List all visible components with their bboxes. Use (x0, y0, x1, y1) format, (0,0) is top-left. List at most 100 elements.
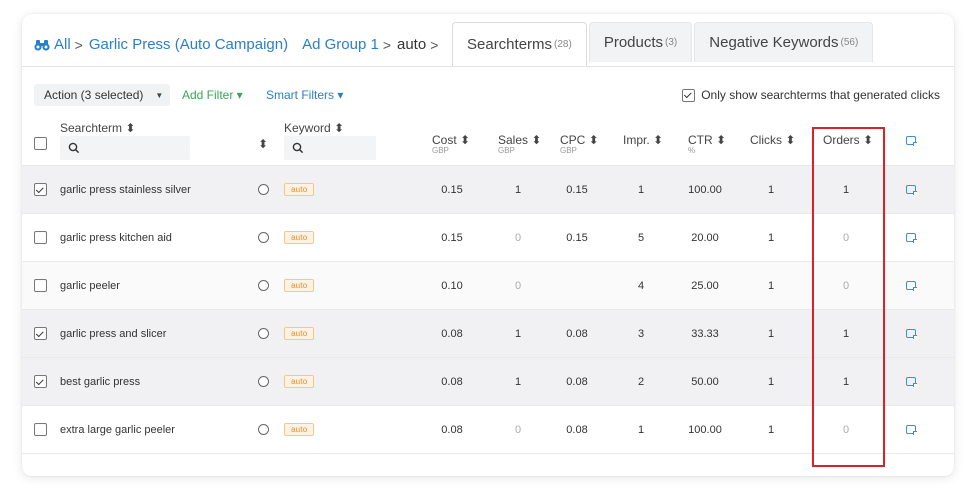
row-checkbox[interactable] (34, 423, 47, 436)
column-match-type-sort[interactable]: ⬍ (258, 138, 268, 150)
ctr-value: 100.00 (688, 183, 722, 196)
clicks-value: 1 (767, 423, 775, 436)
ctr-value: 50.00 (691, 375, 719, 388)
cost-value: 0.08 (441, 423, 463, 436)
tab-count: (28) (554, 39, 572, 50)
only-show-clicks-checkbox[interactable] (682, 88, 696, 102)
tab-products[interactable]: Products (3) (588, 22, 693, 62)
column-clicks[interactable]: Clicks ⬍ (750, 134, 795, 146)
ctr-value: 100.00 (688, 423, 722, 436)
smart-filters-button[interactable]: Smart Filters ▾ (266, 88, 343, 102)
breadcrumb-current: auto (397, 36, 427, 53)
row-checkbox[interactable] (34, 183, 47, 196)
cost-value: 0.08 (441, 375, 463, 388)
only-show-clicks-label: Only show searchterms that generated cli… (701, 88, 940, 102)
match-type-radio-icon[interactable] (258, 424, 269, 435)
searchterm-filter-input[interactable] (60, 136, 190, 160)
column-impressions[interactable]: Impr. ⬍ (623, 134, 663, 146)
note-icon[interactable] (906, 329, 917, 339)
search-icon (292, 142, 304, 154)
cost-value: 0.08 (441, 327, 463, 340)
match-type-radio-icon[interactable] (258, 280, 269, 291)
row-checkbox[interactable] (34, 327, 47, 340)
column-sales-unit: GBP (498, 146, 515, 155)
select-all-checkbox[interactable] (34, 137, 47, 150)
searchterm-text: garlic press kitchen aid (60, 231, 172, 244)
column-ctr[interactable]: CTR ⬍ % (688, 134, 726, 155)
searchterm-text: extra large garlic peeler (60, 423, 175, 436)
row-checkbox[interactable] (34, 375, 47, 388)
tab-count: (3) (665, 37, 678, 48)
note-icon[interactable] (906, 136, 917, 146)
clicks-value: 1 (767, 327, 775, 340)
keyword-badge[interactable]: auto (284, 327, 315, 340)
tab-label: Searchterms (467, 36, 553, 53)
cpc-value: 0.15 (566, 231, 588, 244)
note-icon[interactable] (906, 425, 917, 435)
cost-value: 0.15 (441, 231, 463, 244)
tab-negative-keywords[interactable]: Negative Keywords (56) (694, 22, 874, 62)
impressions-value: 1 (637, 183, 645, 196)
impressions-value: 3 (637, 327, 645, 340)
tab-count: (56) (840, 37, 859, 48)
tab-searchterms[interactable]: Searchterms (28) (452, 22, 587, 66)
keyword-badge[interactable]: auto (284, 423, 315, 436)
clicks-value: 1 (767, 231, 775, 244)
column-sales-label: Sales ⬍ (498, 133, 542, 147)
tab-divider (22, 66, 954, 67)
column-searchterm[interactable]: Searchterm ⬍ (60, 122, 135, 134)
breadcrumb-all[interactable]: All (54, 36, 71, 53)
breadcrumb-campaign[interactable]: Garlic Press (Auto Campaign) (89, 36, 288, 53)
breadcrumb-separator: > (74, 36, 83, 53)
only-show-clicks-option: Only show searchterms that generated cli… (682, 88, 940, 102)
searchterm-text: garlic press and slicer (60, 327, 167, 340)
action-label: Action (3 selected) (44, 88, 144, 102)
column-clicks-label: Clicks ⬍ (750, 133, 796, 147)
impressions-value: 4 (637, 279, 645, 292)
searchterm-text: best garlic press (60, 375, 141, 388)
clicks-value: 1 (767, 279, 775, 292)
breadcrumb-ad-group[interactable]: Ad Group 1 (302, 36, 379, 53)
row-checkbox[interactable] (34, 279, 47, 292)
clicks-value: 1 (767, 375, 775, 388)
add-filter-button[interactable]: Add Filter ▾ (182, 88, 243, 102)
note-icon[interactable] (906, 185, 917, 195)
column-cpc-unit: GBP (560, 146, 577, 155)
keyword-badge[interactable]: auto (284, 231, 315, 244)
column-keyword[interactable]: Keyword ⬍ (284, 122, 344, 134)
match-type-radio-icon[interactable] (258, 328, 269, 339)
match-type-radio-icon[interactable] (258, 232, 269, 243)
keyword-badge[interactable]: auto (284, 375, 315, 388)
toolbar: Action (3 selected) ▼ Add Filter ▾ Smart… (34, 84, 940, 108)
column-cpc-label: CPC ⬍ (560, 133, 599, 147)
keyword-badge[interactable]: auto (284, 183, 315, 196)
searchterm-text: garlic press stainless silver (60, 183, 191, 196)
sales-value: 0 (514, 279, 522, 292)
sales-value: 1 (514, 327, 522, 340)
column-cpc[interactable]: CPC ⬍ GBP (560, 134, 599, 155)
binoculars-icon (34, 38, 50, 52)
searchterm-text: garlic peeler (60, 279, 120, 292)
ctr-value: 33.33 (691, 327, 719, 340)
cost-value: 0.10 (441, 279, 463, 292)
column-cost-label: Cost ⬍ (432, 133, 471, 147)
match-type-radio-icon[interactable] (258, 184, 269, 195)
column-ctr-unit: % (688, 146, 696, 155)
column-sales[interactable]: Sales ⬍ GBP (498, 134, 541, 155)
action-dropdown[interactable]: Action (3 selected) ▼ (34, 84, 170, 106)
keyword-badge[interactable]: auto (284, 279, 315, 292)
cpc-value: 0.08 (566, 327, 588, 340)
note-icon[interactable] (906, 377, 917, 387)
keyword-filter-input[interactable] (284, 136, 376, 160)
column-cost-unit: GBP (432, 146, 449, 155)
column-cost[interactable]: Cost ⬍ GBP (432, 134, 470, 155)
tab-label: Products (603, 34, 664, 51)
match-type-radio-icon[interactable] (258, 376, 269, 387)
note-icon[interactable] (906, 281, 917, 291)
note-icon[interactable] (906, 233, 917, 243)
orders-column-highlight (812, 127, 885, 467)
breadcrumb-separator: > (430, 36, 439, 53)
impressions-value: 5 (637, 231, 645, 244)
tab-bar: Searchterms (28) Products (3) Negative K… (452, 22, 874, 66)
row-checkbox[interactable] (34, 231, 47, 244)
